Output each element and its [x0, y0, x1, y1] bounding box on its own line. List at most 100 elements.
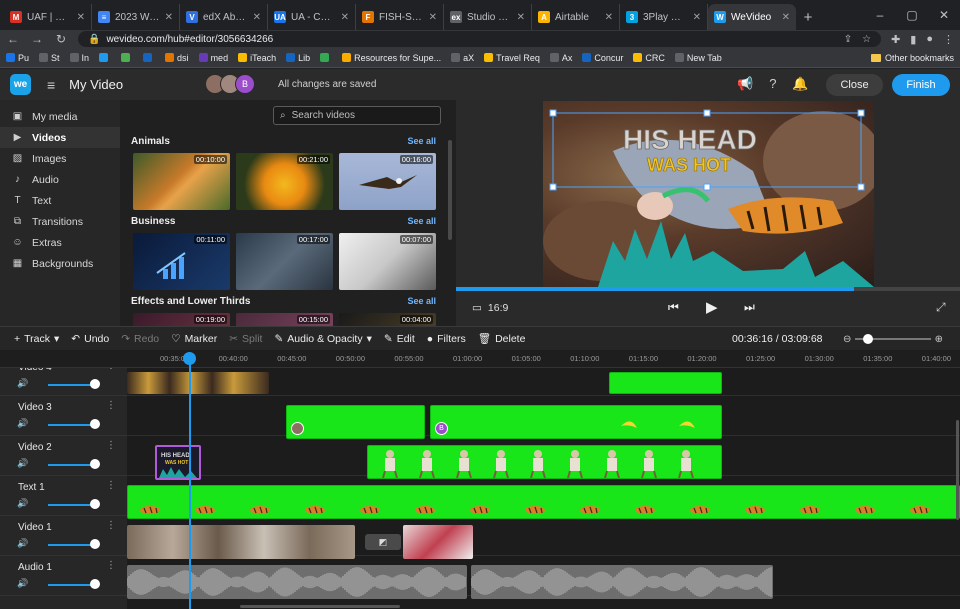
zoom-knob[interactable]	[863, 334, 874, 344]
volume-slider[interactable]	[48, 464, 96, 466]
volume-slider[interactable]	[48, 544, 96, 546]
track-menu-icon[interactable]: ⋮	[106, 520, 116, 531]
nav-item-extras[interactable]: ☺ Extras	[0, 232, 120, 253]
track-name[interactable]: Video 4	[18, 368, 52, 373]
volume-icon[interactable]: 🔊	[17, 418, 28, 429]
nav-item-backgrounds[interactable]: ▦ Backgrounds	[0, 253, 120, 274]
close-tab-icon[interactable]: ✕	[782, 12, 790, 23]
browser-tab[interactable]: ≡ 2023 WeVideo ✕	[92, 4, 180, 30]
minimize-icon[interactable]: –	[864, 0, 896, 30]
see-all-link[interactable]: See all	[407, 216, 436, 227]
close-tab-icon[interactable]: ✕	[517, 12, 525, 23]
bell-icon[interactable]: 🔔	[792, 76, 808, 92]
other-bookmarks[interactable]: Other bookmarks	[870, 53, 954, 63]
bookmark-item[interactable]: Pu	[6, 53, 29, 63]
bookmark-item[interactable]	[121, 53, 133, 62]
close-tab-icon[interactable]: ✕	[693, 12, 701, 23]
media-scrollbar[interactable]	[448, 140, 452, 240]
video-clip[interactable]	[403, 525, 473, 559]
bookmark-item[interactable]: Resources for Supe...	[342, 53, 441, 63]
volume-slider[interactable]	[48, 424, 96, 426]
close-tab-icon[interactable]: ✕	[77, 12, 85, 23]
new-tab-button[interactable]: +	[796, 4, 820, 30]
marker-button[interactable]: ♡ Marker	[171, 333, 217, 345]
fullscreen-icon[interactable]: ⤢	[936, 300, 946, 315]
zoom-in-icon[interactable]: ⊕	[935, 334, 943, 345]
audio-clip[interactable]	[127, 565, 467, 599]
video-clip-greenscreen[interactable]	[286, 405, 425, 439]
video-thumbnail[interactable]: 00:07:00	[339, 233, 436, 290]
browser-tab[interactable]: 3 3Play Media ✕	[620, 4, 708, 30]
bookmark-item[interactable]: med	[198, 53, 228, 63]
timeline-ruler[interactable]: 00:35:00 00:40:00 00:45:00 00:50:00 00:55:00…	[127, 350, 960, 368]
delete-button[interactable]: 🗑 Delete	[478, 332, 526, 346]
volume-icon[interactable]: 🔊	[17, 458, 28, 469]
track-menu-icon[interactable]: ⋮	[106, 560, 116, 571]
bookmark-item[interactable]	[143, 53, 155, 62]
bookmark-item[interactable]: aX	[451, 53, 474, 63]
filters-button[interactable]: ● Filters	[427, 333, 466, 345]
video-clip-greenscreen[interactable]	[367, 445, 722, 479]
video-thumbnail[interactable]: 00:11:00	[133, 233, 230, 290]
forward-icon[interactable]: →	[30, 32, 44, 46]
see-all-link[interactable]: See all	[407, 136, 436, 147]
bookmark-item[interactable]: CRC	[633, 53, 665, 63]
close-tab-icon[interactable]: ✕	[605, 12, 613, 23]
video-thumbnail[interactable]: 00:16:00	[339, 153, 436, 210]
timeline-vertical-scrollbar[interactable]	[956, 420, 959, 520]
track-menu-icon[interactable]: ⋮	[106, 400, 116, 411]
zoom-out-icon[interactable]: ⊖	[843, 334, 851, 345]
transition-icon[interactable]: ◩	[365, 534, 401, 550]
bookmark-item[interactable]: dsi	[165, 53, 189, 63]
nav-item-text[interactable]: T Text	[0, 190, 120, 211]
video-thumbnail[interactable]: 00:04:00	[339, 313, 436, 326]
announcement-icon[interactable]: 📢	[737, 76, 753, 92]
undo-button[interactable]: ↶ Undo	[71, 333, 109, 345]
video-clip[interactable]	[127, 372, 269, 394]
volume-icon[interactable]: 🔊	[17, 578, 28, 589]
volume-knob[interactable]	[90, 579, 100, 589]
redo-button[interactable]: ↷ Redo	[121, 333, 159, 345]
browser-menu-icon[interactable]: ⋮	[943, 33, 954, 46]
volume-slider[interactable]	[48, 504, 96, 506]
reload-icon[interactable]: ↻	[54, 32, 68, 46]
bookmark-item[interactable]: Concur	[582, 53, 623, 63]
track-menu-icon[interactable]: ⋮	[106, 440, 116, 451]
bookmark-item[interactable]	[320, 53, 332, 62]
track-button[interactable]: + Track ▾	[14, 333, 59, 345]
track-name[interactable]: Audio 1	[18, 562, 52, 573]
maximize-icon[interactable]: ▢	[896, 0, 928, 30]
volume-slider[interactable]	[48, 584, 96, 586]
edit-button[interactable]: ✎ Edit	[384, 333, 415, 345]
video-thumbnail[interactable]: 00:21:00	[236, 153, 333, 210]
video-clip-greenscreen[interactable]: B	[430, 405, 722, 439]
close-tab-icon[interactable]: ✕	[341, 12, 349, 23]
browser-tab[interactable]: UA UA - Calendar ✕	[268, 4, 356, 30]
bookmark-star-icon[interactable]: ☆	[862, 34, 871, 45]
volume-knob[interactable]	[90, 459, 100, 469]
volume-knob[interactable]	[90, 539, 100, 549]
track-name[interactable]: Video 2	[18, 442, 52, 453]
profile-avatar[interactable]: ●	[926, 33, 933, 45]
nav-item-audio[interactable]: ♪ Audio	[0, 169, 120, 190]
volume-icon[interactable]: 🔊	[17, 378, 28, 389]
browser-tab[interactable]: M UAF | WeVideo ✕	[4, 4, 92, 30]
url-field[interactable]: 🔒 wevideo.com/hub#editor/3056634266 ⇪ ☆	[78, 31, 882, 47]
bookmark-item[interactable]: Lib	[286, 53, 310, 63]
split-button[interactable]: ✂ Split	[229, 333, 262, 345]
preview-progress-bar[interactable]	[456, 287, 960, 291]
browser-tab[interactable]: ex Studio Home ✕	[444, 4, 532, 30]
audio-clip[interactable]	[471, 565, 773, 599]
see-all-link[interactable]: See all	[407, 296, 436, 307]
nav-item-images[interactable]: ▨ Images	[0, 148, 120, 169]
project-title[interactable]: My Video	[69, 77, 123, 92]
video-thumbnail[interactable]: 00:15:00	[236, 313, 333, 326]
bookmark-item[interactable]: Travel Req	[484, 53, 540, 63]
track-name[interactable]: Text 1	[18, 482, 45, 493]
text-clip-greenscreen[interactable]	[127, 485, 960, 519]
collaborator-avatar-initial[interactable]: B	[235, 74, 255, 94]
video-thumbnail[interactable]: 00:17:00	[236, 233, 333, 290]
hamburger-menu-icon[interactable]: ≡	[47, 77, 55, 93]
volume-icon[interactable]: 🔊	[17, 538, 28, 549]
skip-back-icon[interactable]: ⏮	[668, 300, 679, 315]
